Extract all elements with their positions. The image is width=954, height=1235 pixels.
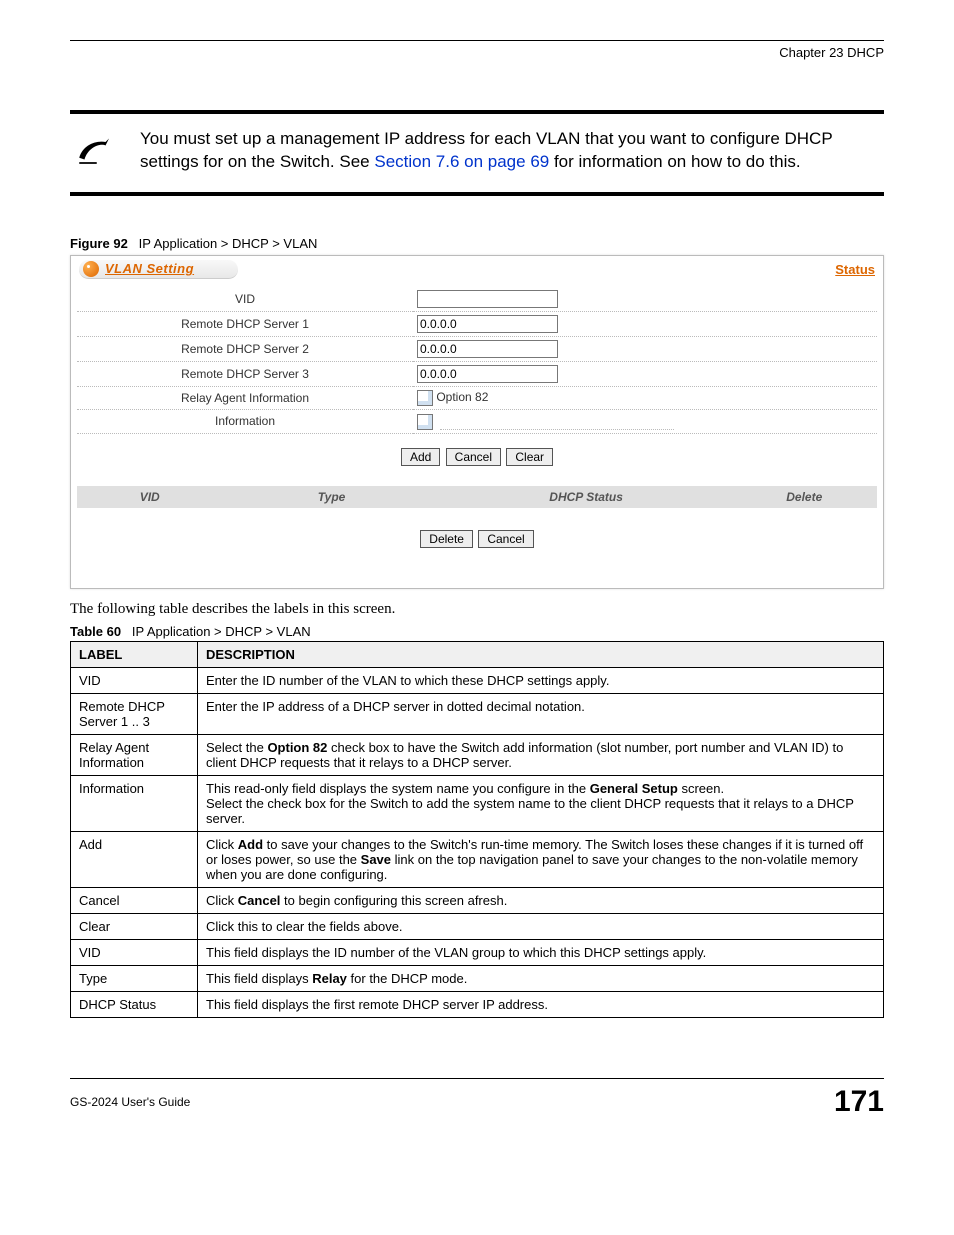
footer-guide: GS-2024 User's Guide: [70, 1095, 190, 1109]
pill-dot-icon: [83, 261, 99, 277]
row-label: Type: [71, 965, 198, 991]
option82-label: Option 82: [436, 390, 488, 404]
row-desc: Enter the IP address of a DHCP server in…: [198, 693, 884, 734]
row-label: Clear: [71, 913, 198, 939]
table-row: Add Click Add to save your changes to th…: [71, 831, 884, 887]
rds2-label: Remote DHCP Server 2: [77, 336, 413, 361]
vid-label: VID: [77, 287, 413, 312]
page-footer: GS-2024 User's Guide 171: [70, 1078, 884, 1119]
row-desc: Select the Option 82 check box to have t…: [198, 734, 884, 775]
lh-type: Type: [222, 490, 440, 504]
status-link[interactable]: Status: [835, 262, 875, 277]
info-checkbox[interactable]: [417, 414, 433, 430]
row-desc: Click Add to save your changes to the Sw…: [198, 831, 884, 887]
note-link[interactable]: Section 7.6 on page 69: [374, 152, 549, 171]
figure-number: Figure 92: [70, 236, 128, 251]
note-text-after: for information on how to do this.: [549, 152, 800, 171]
table-row: VID Enter the ID number of the VLAN to w…: [71, 667, 884, 693]
delete-button[interactable]: Delete: [420, 530, 473, 548]
rds3-input[interactable]: [417, 365, 558, 383]
rds3-label: Remote DHCP Server 3: [77, 361, 413, 386]
table-row: Relay Agent Information Select the Optio…: [71, 734, 884, 775]
table-title: IP Application > DHCP > VLAN: [132, 624, 311, 639]
rds1-label: Remote DHCP Server 1: [77, 311, 413, 336]
row-label: Information: [71, 775, 198, 831]
row-desc: This field displays the ID number of the…: [198, 939, 884, 965]
vid-input[interactable]: [417, 290, 558, 308]
cancel-button-bottom[interactable]: Cancel: [478, 530, 533, 548]
row-label: Relay Agent Information: [71, 734, 198, 775]
row-label: DHCP Status: [71, 991, 198, 1017]
info-label: Information: [77, 409, 413, 433]
footer-page-number: 171: [834, 1085, 884, 1119]
clear-button[interactable]: Clear: [506, 448, 553, 466]
list-header-row: VID Type DHCP Status Delete: [77, 486, 877, 508]
table-row: VID This field displays the ID number of…: [71, 939, 884, 965]
row-label: Remote DHCP Server 1 .. 3: [71, 693, 198, 734]
table-row: Remote DHCP Server 1 .. 3 Enter the IP a…: [71, 693, 884, 734]
row-desc: This field displays Relay for the DHCP m…: [198, 965, 884, 991]
th-description: DESCRIPTION: [198, 641, 884, 667]
lh-delete: Delete: [732, 490, 877, 504]
row-desc: Enter the ID number of the VLAN to which…: [198, 667, 884, 693]
rds2-input[interactable]: [417, 340, 558, 358]
info-input[interactable]: [440, 413, 674, 430]
row-label: VID: [71, 667, 198, 693]
note-icon: [70, 128, 120, 173]
row-label: Cancel: [71, 887, 198, 913]
note-block: You must set up a management IP address …: [70, 110, 884, 196]
row-label: Add: [71, 831, 198, 887]
row-desc: Click Cancel to begin configuring this s…: [198, 887, 884, 913]
add-button[interactable]: Add: [401, 448, 440, 466]
lh-vid: VID: [77, 490, 222, 504]
vlan-setting-panel: VLAN Setting Status VID Remote DHCP Serv…: [70, 255, 884, 589]
figure-caption: Figure 92 IP Application > DHCP > VLAN: [70, 236, 884, 251]
panel-title: VLAN Setting: [105, 261, 194, 276]
figure-title: IP Application > DHCP > VLAN: [139, 236, 318, 251]
table-row: Cancel Click Cancel to begin configuring…: [71, 887, 884, 913]
option82-checkbox[interactable]: [417, 390, 433, 406]
lh-dhcp-status: DHCP Status: [441, 490, 732, 504]
cancel-button-top[interactable]: Cancel: [446, 448, 501, 466]
table-row: DHCP Status This field displays the firs…: [71, 991, 884, 1017]
intro-text: The following table describes the labels…: [70, 601, 884, 618]
note-text: You must set up a management IP address …: [140, 128, 884, 174]
row-desc: This field displays the first remote DHC…: [198, 991, 884, 1017]
table-number: Table 60: [70, 624, 121, 639]
th-label: LABEL: [71, 641, 198, 667]
rds1-input[interactable]: [417, 315, 558, 333]
row-desc: This read-only field displays the system…: [198, 775, 884, 831]
panel-title-pill: VLAN Setting: [79, 260, 238, 279]
row-desc: Click this to clear the fields above.: [198, 913, 884, 939]
table-row: Type This field displays Relay for the D…: [71, 965, 884, 991]
table-row: Clear Click this to clear the fields abo…: [71, 913, 884, 939]
table-caption: Table 60 IP Application > DHCP > VLAN: [70, 624, 884, 639]
row-label: VID: [71, 939, 198, 965]
description-table: LABEL DESCRIPTION VID Enter the ID numbe…: [70, 641, 884, 1018]
table-row: Information This read-only field display…: [71, 775, 884, 831]
relay-label: Relay Agent Information: [77, 386, 413, 409]
chapter-title: Chapter 23 DHCP: [70, 45, 884, 60]
